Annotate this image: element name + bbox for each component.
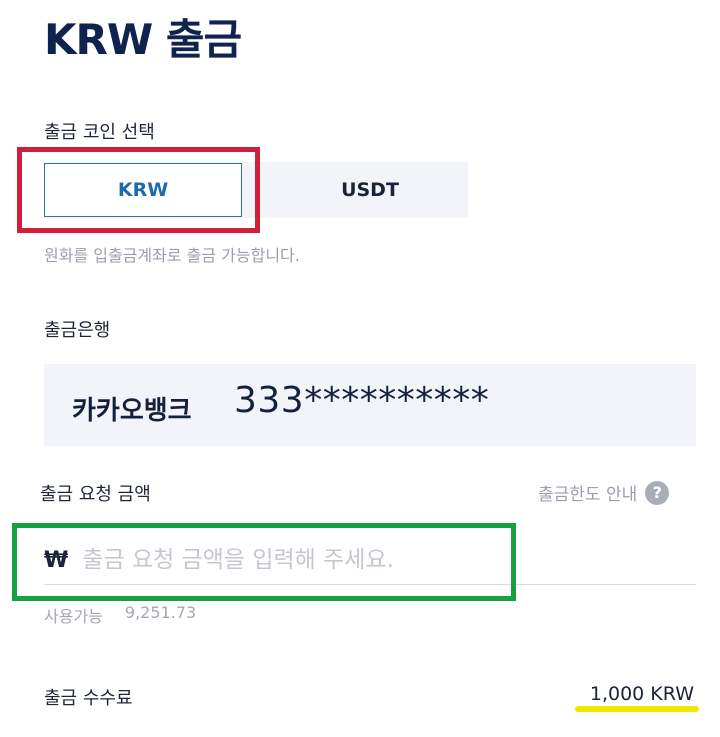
fee-value: 1,000 KRW	[589, 683, 694, 705]
fee-label: 출금 수수료	[44, 688, 133, 709]
bank-account-number: 333**********	[234, 380, 490, 421]
available-value: 9,251.73	[124, 603, 197, 622]
amount-input[interactable]	[82, 547, 643, 573]
available-balance: 사용가능 9,251.73	[44, 603, 196, 627]
coin-select-label: 출금 코인 선택	[44, 122, 155, 143]
coin-hint-text: 원화를 입출금계좌로 출금 가능합니다.	[44, 246, 300, 265]
bank-name: 카카오뱅크	[72, 396, 192, 426]
coin-tab-krw[interactable]: KRW	[44, 163, 242, 217]
available-label: 사용가능	[44, 607, 103, 626]
coin-selector: KRW USDT	[44, 162, 468, 218]
bank-account-box: 카카오뱅크 333**********	[44, 364, 696, 446]
coin-tab-usdt[interactable]: USDT	[272, 162, 468, 218]
bank-label: 출금은행	[44, 320, 111, 341]
amount-label: 출금 요청 금액	[40, 484, 151, 505]
limit-guide-label: 출금한도 안내	[538, 485, 638, 505]
page-title: KRW 출금	[44, 15, 242, 64]
won-currency-icon: ₩	[44, 547, 69, 573]
amount-input-row: ₩	[44, 536, 696, 585]
help-icon[interactable]: ?	[645, 480, 670, 505]
yellow-underline-highlight	[575, 706, 699, 712]
limit-guide-link[interactable]: 출금한도 안내 ?	[538, 480, 670, 505]
